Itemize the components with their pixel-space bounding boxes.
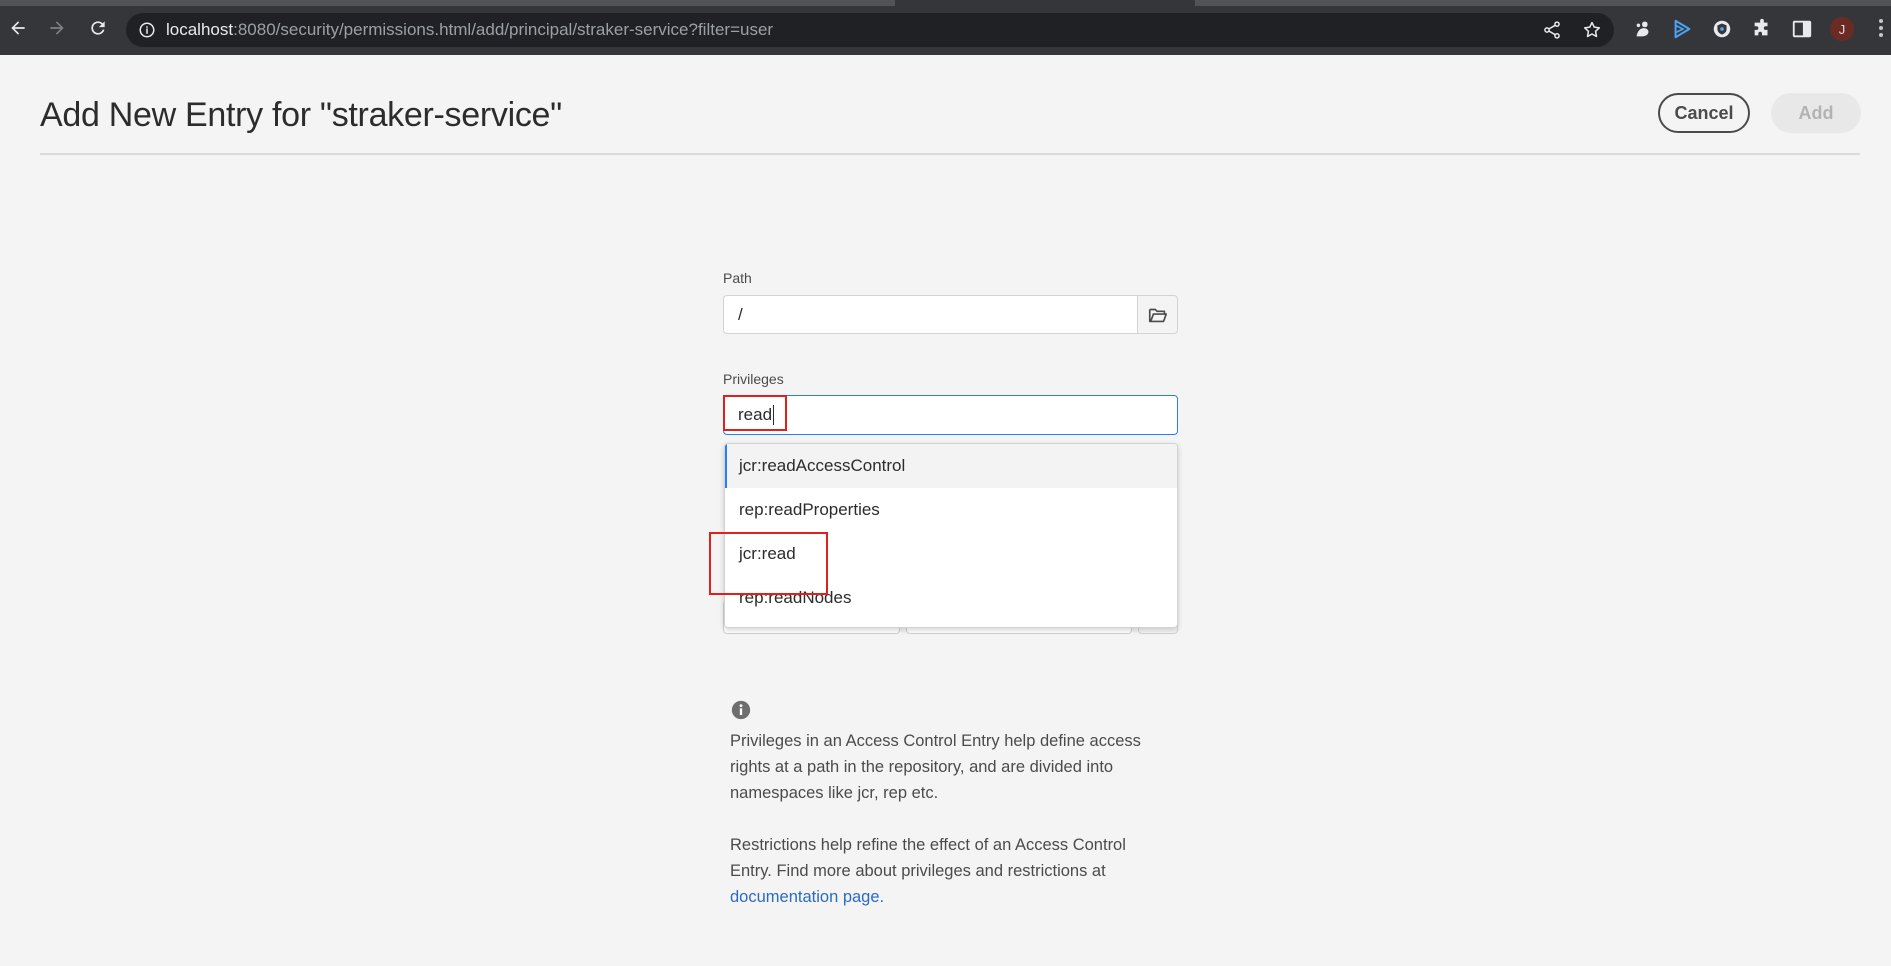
suggestion-item[interactable]: rep:readNodes (725, 576, 1177, 620)
suggestion-item[interactable]: jcr:read (725, 532, 1177, 576)
cancel-button[interactable]: Cancel (1658, 93, 1750, 133)
privileges-input[interactable]: read (723, 395, 1178, 435)
restrictions-help-text: Restrictions help refine the effect of a… (730, 836, 1126, 906)
extension-play-icon[interactable] (1671, 18, 1693, 40)
suggestion-item[interactable]: jcr:readAccessControl (725, 444, 1177, 488)
documentation-link[interactable]: documentation page. (730, 888, 884, 906)
privileges-input-value: read (738, 405, 773, 424)
browser-toolbar: localhost:8080/security/permissions.html… (0, 0, 1891, 55)
path-label: Path (723, 270, 752, 286)
profile-avatar[interactable]: J (1830, 17, 1854, 41)
extension-gnome-icon[interactable] (1632, 18, 1654, 40)
side-panel-icon[interactable] (1791, 18, 1813, 40)
bookmark-star-icon[interactable] (1582, 20, 1602, 40)
back-icon[interactable] (4, 14, 32, 42)
privileges-suggestions: jcr:readAccessControl rep:readProperties… (724, 443, 1178, 628)
text-caret (773, 405, 775, 425)
extension-shield-icon[interactable] (1711, 18, 1733, 40)
path-input[interactable]: / (723, 295, 1137, 334)
privileges-help-text: Privileges in an Access Control Entry he… (730, 732, 1141, 802)
extensions-puzzle-icon[interactable] (1751, 18, 1773, 40)
header-divider (40, 153, 1860, 155)
add-button[interactable]: Add (1771, 93, 1861, 133)
tab-strip (1195, 0, 1891, 6)
reload-icon[interactable] (84, 14, 112, 42)
page-title: Add New Entry for "straker-service" (40, 96, 562, 134)
forward-icon[interactable] (43, 14, 71, 42)
suggestion-item[interactable]: rep:readProperties (725, 488, 1177, 532)
browser-menu-icon[interactable] (1876, 17, 1886, 39)
path-browse-button[interactable] (1137, 295, 1178, 334)
privileges-label: Privileges (723, 371, 784, 387)
tab-strip (0, 0, 895, 6)
url-text: localhost:8080/security/permissions.html… (166, 20, 774, 39)
address-bar[interactable]: localhost:8080/security/permissions.html… (126, 13, 1614, 47)
info-icon (731, 700, 751, 720)
share-icon[interactable] (1542, 20, 1562, 40)
site-info-icon[interactable] (138, 21, 156, 39)
folder-open-icon (1148, 308, 1167, 322)
